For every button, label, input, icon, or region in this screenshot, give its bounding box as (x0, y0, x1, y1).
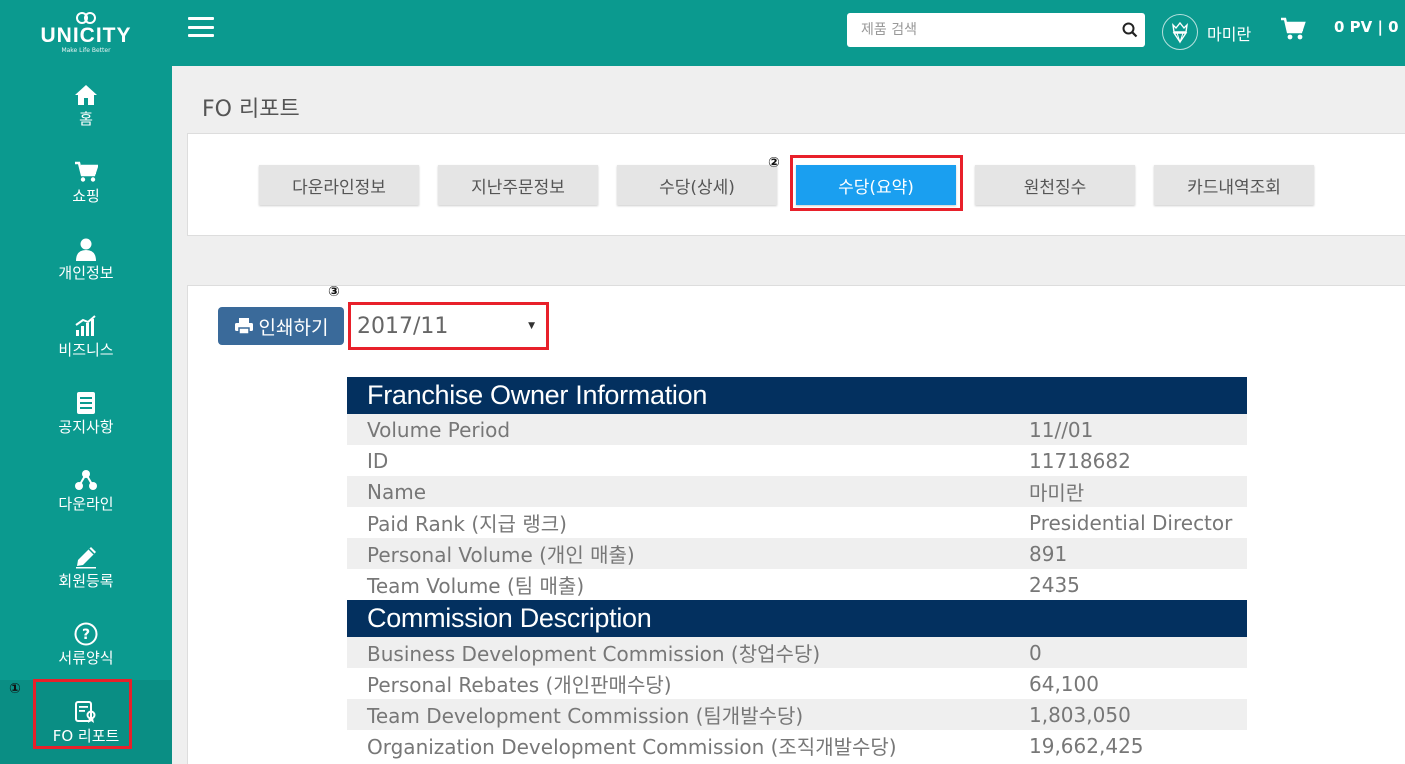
row-value: 19,662,425 (1029, 733, 1144, 758)
table-row: Personal Volume (개인 매출) 891 (347, 538, 1247, 569)
step-marker-2: ② (768, 155, 780, 171)
sidebar-item-home[interactable]: 홈 (0, 66, 172, 143)
row-value: 마미란 (1029, 481, 1085, 505)
print-label: 인쇄하기 (258, 316, 329, 339)
row-value: 11//01 (1029, 417, 1094, 442)
printer-icon (234, 318, 253, 335)
sidebar-item-business[interactable]: 비즈니스 (0, 297, 172, 374)
username[interactable]: 마미란 (1207, 21, 1251, 45)
sidebar-item-label: 쇼핑 (72, 186, 100, 205)
table-row: Team Volume (팀 매출) 2435 (347, 569, 1247, 600)
table-row: Paid Rank (지급 랭크) Presidential Director (347, 507, 1247, 538)
step-marker-3: ③ (328, 284, 340, 300)
highlight-fo-report (33, 679, 132, 749)
pv-indicator: 0 PV | 0 (1334, 18, 1399, 36)
row-key: Business Development Commission (창업수당) (367, 642, 821, 666)
section-header: Commission Description (347, 600, 1247, 637)
row-key: Personal Volume (개인 매출) (367, 543, 635, 567)
table-row: Organization Development Commission (조직개… (347, 730, 1247, 761)
tab-withholding-tax[interactable]: 원천징수 (975, 165, 1135, 205)
brand-logo[interactable]: UNICITY Make Life Better (0, 0, 172, 66)
row-key: Volume Period (367, 417, 511, 442)
sidebar-item-label: 개인정보 (58, 263, 114, 282)
row-value: 11718682 (1029, 448, 1131, 473)
search-input[interactable] (847, 22, 1115, 38)
menu-toggle-icon[interactable] (188, 17, 214, 37)
row-value: 0 (1029, 640, 1042, 665)
sidebar-item-label: 회원등록 (58, 571, 114, 590)
row-value: 1,803,050 (1029, 702, 1131, 727)
sidebar-item-forms[interactable]: ? 서류양식 (0, 605, 172, 682)
rank-badge-icon (1162, 14, 1198, 50)
row-value: 891 (1029, 541, 1068, 566)
table-row: Name 마미란 (347, 476, 1247, 507)
row-key: ID (367, 448, 389, 473)
highlight-commission-summary (790, 155, 963, 211)
row-key: Paid Rank (지급 랭크) (367, 512, 567, 536)
highlight-period-select (348, 302, 549, 350)
table-row: ID 11718682 (347, 445, 1247, 476)
document-icon (73, 390, 99, 416)
search-icon[interactable] (1115, 22, 1145, 38)
brand-tagline: Make Life Better (61, 47, 111, 54)
row-key: Team Volume (팀 매출) (367, 574, 585, 598)
pencil-icon (73, 544, 99, 570)
row-value: 64,100 (1029, 671, 1099, 696)
sidebar-item-downline[interactable]: 다운라인 (0, 451, 172, 528)
row-key: Personal Rebates (개인판매수당) (367, 673, 672, 697)
section-header: Franchise Owner Information (347, 377, 1247, 414)
tab-downline-info[interactable]: 다운라인정보 (259, 165, 419, 205)
print-button[interactable]: 인쇄하기 (218, 307, 344, 345)
tab-commission-detail[interactable]: 수당(상세) (617, 165, 777, 205)
row-value: Presidential Director (1029, 510, 1233, 535)
bar-chart-icon (73, 313, 99, 339)
row-key: Organization Development Commission (조직개… (367, 735, 897, 759)
section-rows: Volume Period 11//01 ID 11718682 Name 마미란 P… (347, 414, 1247, 600)
table-row: Team Development Commission (팀개발수당) 1,803… (347, 699, 1247, 730)
person-icon (73, 236, 99, 262)
share-icon (73, 467, 99, 493)
sidebar-item-label: 다운라인 (58, 494, 114, 513)
table-row: Volume Period 11//01 (347, 414, 1247, 445)
table-row: Business Development Commission (창업수당) 0 (347, 637, 1247, 668)
cart-icon[interactable] (1280, 16, 1306, 46)
row-key: Name (367, 479, 427, 504)
sidebar-item-profile[interactable]: 개인정보 (0, 220, 172, 297)
brand-name: UNICITY (40, 24, 132, 47)
home-icon (73, 82, 99, 108)
product-search (847, 13, 1145, 47)
sidebar-item-label: 공지사항 (58, 417, 114, 436)
row-key: Team Development Commission (팀개발수당) (367, 704, 804, 728)
unicity-logo-icon (76, 12, 96, 24)
cart-icon (73, 159, 99, 185)
tab-card-history[interactable]: 카드내역조회 (1154, 165, 1314, 205)
top-bar: 마미란 0 PV | 0 (172, 0, 1405, 66)
tab-past-orders[interactable]: 지난주문정보 (438, 165, 598, 205)
sidebar-item-shopping[interactable]: 쇼핑 (0, 143, 172, 220)
sidebar-item-notice[interactable]: 공지사항 (0, 374, 172, 451)
sidebar-item-register[interactable]: 회원등록 (0, 528, 172, 605)
page-title: FO 리포트 (202, 97, 300, 122)
report-table: Franchise Owner Information Volume Perio… (347, 377, 1247, 761)
table-row: Personal Rebates (개인판매수당) 64,100 (347, 668, 1247, 699)
sidebar: UNICITY Make Life Better 홈 쇼핑 개인정보 비즈니스 … (0, 0, 172, 764)
step-marker-1: ① (9, 681, 21, 697)
row-value: 2435 (1029, 572, 1080, 597)
sidebar-item-label: 홈 (79, 109, 93, 128)
sidebar-item-label: 비즈니스 (58, 340, 114, 359)
question-icon: ? (73, 621, 99, 647)
sidebar-item-label: 서류양식 (58, 648, 114, 667)
section-rows: Business Development Commission (창업수당) 0 … (347, 637, 1247, 761)
svg-text:?: ? (82, 627, 90, 643)
